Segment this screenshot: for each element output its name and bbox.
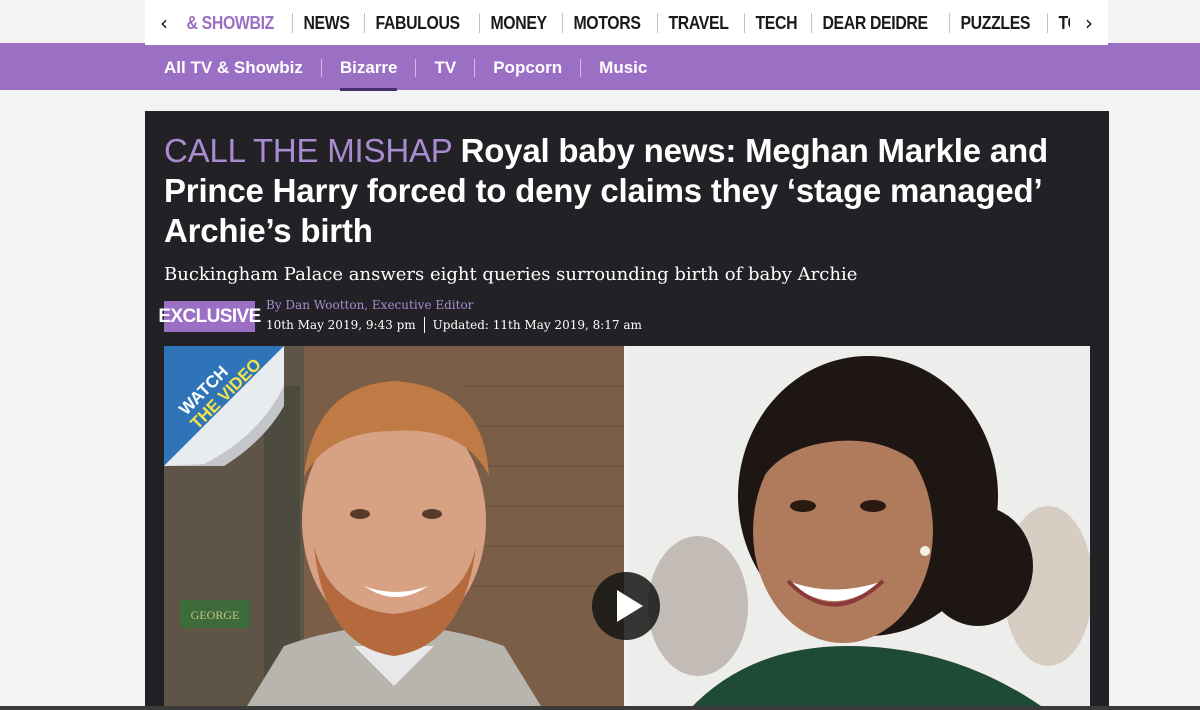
published-date: 10th May 2019, 9:43 pm <box>266 318 416 332</box>
article-headline: CALL THE MISHAP Royal baby news: Meghan M… <box>164 131 1094 251</box>
video-thumbnail-left: GEORGE WATCH THE VIDEO <box>164 346 624 710</box>
top-nav-item-top[interactable]: TOP <box>1047 12 1070 33</box>
sub-nav: All TV & Showbiz Bizarre TV Popcorn Musi… <box>0 45 1200 91</box>
video-player[interactable]: GEORGE WATCH THE VIDEO <box>164 346 1090 710</box>
sub-nav-item-popcorn[interactable]: Popcorn <box>474 58 580 77</box>
george-sign-text: GEORGE <box>191 608 240 622</box>
top-nav-item-money[interactable]: MONEY <box>478 12 557 33</box>
top-nav-item-tech[interactable]: TECH <box>744 12 808 33</box>
top-nav-item-motors[interactable]: MOTORS <box>561 12 651 33</box>
article-dates: 10th May 2019, 9:43 pm Updated: 11th May… <box>266 317 642 333</box>
sub-nav-items: All TV & Showbiz Bizarre TV Popcorn Musi… <box>164 45 665 91</box>
sub-nav-item-music[interactable]: Music <box>580 58 665 77</box>
top-nav-item-puzzles[interactable]: PUZZLES <box>949 12 1041 33</box>
sub-nav-item-tv[interactable]: TV <box>415 58 474 77</box>
watch-the-video-corner[interactable]: WATCH THE VIDEO <box>164 346 284 466</box>
top-nav-item-dear-deidre[interactable]: DEAR DEIDRE <box>810 12 938 33</box>
article-card: CALL THE MISHAP Royal baby news: Meghan M… <box>145 111 1109 710</box>
top-nav-item-news[interactable]: NEWS <box>292 12 360 33</box>
chevron-left-icon[interactable]: ‹ <box>145 0 183 45</box>
thumbnail-right-illustration <box>628 346 1090 710</box>
exclusive-badge: EXCLUSIVE <box>158 301 261 332</box>
sub-nav-item-all-tv-showbiz[interactable]: All TV & Showbiz <box>164 58 321 77</box>
sub-nav-item-bizarre[interactable]: Bizarre <box>320 58 416 91</box>
article-standfirst: Buckingham Palace answers eight queries … <box>164 264 858 285</box>
play-icon[interactable] <box>592 572 660 640</box>
article-kicker[interactable]: CALL THE MISHAP <box>164 132 453 169</box>
chevron-right-icon[interactable]: › <box>1070 0 1108 45</box>
video-thumbnail-right <box>628 346 1090 710</box>
top-nav-item-showbiz[interactable]: & SHOWBIZ <box>183 13 285 33</box>
window-bottom-edge <box>0 706 1200 710</box>
date-separator <box>423 317 425 333</box>
top-nav-item-fabulous[interactable]: FABULOUS <box>363 12 470 33</box>
updated-date: Updated: 11th May 2019, 8:17 am <box>432 318 642 332</box>
top-nav: ‹ & SHOWBIZ NEWS FABULOUS MONEY MOTORS T… <box>145 0 1108 45</box>
top-nav-items: & SHOWBIZ NEWS FABULOUS MONEY MOTORS TRA… <box>183 0 1070 45</box>
article-byline[interactable]: By Dan Wootton, Executive Editor <box>266 298 473 312</box>
top-nav-item-travel[interactable]: TRAVEL <box>656 12 739 33</box>
